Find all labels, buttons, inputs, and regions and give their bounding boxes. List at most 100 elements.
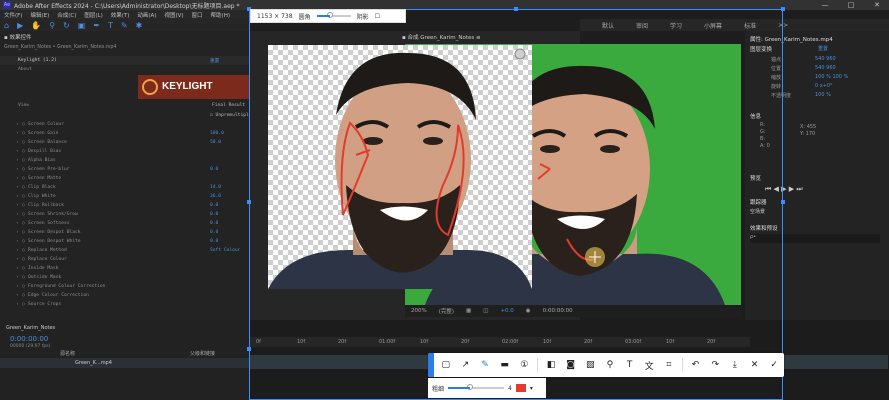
stopwatch-icon[interactable]: ○	[22, 122, 25, 127]
maximize-button[interactable]: □	[842, 0, 860, 10]
workspace-small-screen[interactable]: 小屏幕	[704, 21, 722, 30]
expand-icon[interactable]: ›	[16, 293, 19, 298]
expand-icon[interactable]: ›	[16, 194, 19, 199]
cancel-icon[interactable]: ✕	[745, 355, 765, 375]
arrow-tool-icon[interactable]: ↗	[456, 355, 476, 375]
stopwatch-icon[interactable]: ○	[22, 140, 25, 145]
effect-property-row[interactable]: › ○ Screen Pre-blur 0.0	[0, 165, 250, 174]
redo-icon[interactable]: ↷	[705, 355, 725, 375]
property-value[interactable]: 0.0	[210, 230, 218, 235]
preview-controls[interactable]: ⏮ ◀ ▶ ▶ ⏭	[765, 185, 803, 194]
workspace-review[interactable]: 审阅	[636, 21, 648, 30]
effect-property-row[interactable]: › ○ Source Crops	[0, 300, 250, 309]
effect-property-row[interactable]: › ○ Screen Softness 0.0	[0, 219, 250, 228]
stopwatch-icon[interactable]: ○	[22, 158, 25, 163]
expand-icon[interactable]: ›	[16, 140, 19, 145]
expand-icon[interactable]: ›	[16, 176, 19, 181]
mosaic-tool-icon[interactable]: ◧	[541, 355, 561, 375]
shape-tool-icon[interactable]: ▢	[436, 355, 456, 375]
resize-handle[interactable]	[247, 347, 251, 351]
effect-property-row[interactable]: › ○ Screen Despot Black 0.0	[0, 228, 250, 237]
unpremultiply-row[interactable]: ☑ Unpremultiply Result	[0, 111, 271, 120]
stroke-slider[interactable]	[448, 384, 505, 390]
reset-link[interactable]: 重置	[210, 58, 219, 64]
effect-property-row[interactable]: › ○ Screen Shrink/Grow 0.0	[0, 210, 250, 219]
type-tool-icon[interactable]: T	[108, 21, 113, 30]
menu-effect[interactable]: 效果(T)	[111, 11, 130, 19]
property-value[interactable]: 100.0	[210, 131, 224, 136]
effect-property-row[interactable]: › ○ Screen Despot White 0.0	[0, 237, 250, 246]
stopwatch-icon[interactable]: ○	[22, 266, 25, 271]
layer-name[interactable]: Green_K...mp4	[75, 360, 112, 366]
expand-icon[interactable]: ›	[16, 167, 19, 172]
expand-icon[interactable]: ›	[16, 257, 19, 262]
layer-row[interactable]: Green_K...mp4	[0, 358, 250, 368]
stopwatch-icon[interactable]: ○	[22, 284, 25, 289]
menu-layer[interactable]: 图层(L)	[84, 11, 102, 19]
stopwatch-icon[interactable]: ○	[22, 248, 25, 253]
stopwatch-icon[interactable]: ○	[22, 230, 25, 235]
mask-icon[interactable]: ◫	[483, 308, 488, 314]
stopwatch-icon[interactable]: ○	[22, 212, 25, 217]
effect-controls-tab[interactable]: ▪ 效果控件	[0, 31, 250, 43]
property-value[interactable]: 14.0	[210, 185, 221, 190]
expand-icon[interactable]: ›	[16, 122, 19, 127]
expand-icon[interactable]: ›	[16, 230, 19, 235]
expand-icon[interactable]: ›	[16, 284, 19, 289]
brush-color-swatch[interactable]	[515, 384, 526, 392]
expand-icon[interactable]: ›	[16, 212, 19, 217]
menu-window[interactable]: 窗口	[192, 11, 203, 19]
stopwatch-icon[interactable]: ○	[22, 185, 25, 190]
expand-icon[interactable]: ›	[16, 131, 19, 136]
download-icon[interactable]: ⤓	[725, 355, 745, 375]
effect-property-row[interactable]: › ○ Clip Rollback 0.0	[0, 201, 250, 210]
zoom-tool-icon[interactable]: ⚲	[49, 21, 55, 30]
effect-property-row[interactable]: › ○ Screen Colour	[0, 120, 250, 129]
effect-header-row[interactable]: Keylight (1.2) 重置	[0, 56, 250, 65]
property-value[interactable]: 0.0	[210, 239, 218, 244]
confirm-icon[interactable]: ✓	[764, 355, 784, 375]
blur-tool-icon[interactable]: ◙	[561, 355, 581, 375]
effect-property-row[interactable]: › ○ Foreground Colour Correction	[0, 282, 250, 291]
view-row[interactable]: View Final Result	[0, 101, 250, 110]
expand-icon[interactable]: ›	[16, 203, 19, 208]
expand-icon[interactable]: ›	[16, 248, 19, 253]
stopwatch-icon[interactable]: ○	[22, 131, 25, 136]
effect-property-row[interactable]: › ○ Replace Colour	[0, 255, 250, 264]
stopwatch-icon[interactable]: ○	[22, 203, 25, 208]
effect-property-row[interactable]: › ○ Screen Matte	[0, 174, 250, 183]
stopwatch-icon[interactable]: ○	[22, 194, 25, 199]
effect-property-row[interactable]: › ○ Replace Method Soft Colour	[0, 246, 250, 255]
menu-file[interactable]: 文件(F)	[4, 11, 22, 19]
expand-icon[interactable]: ›	[16, 158, 19, 163]
effects-search-input[interactable]: ρ•	[750, 234, 880, 243]
resize-handle[interactable]	[781, 200, 785, 204]
brush-tool-icon[interactable]: ✎	[121, 21, 128, 30]
stopwatch-icon[interactable]: ○	[22, 239, 25, 244]
effect-property-row[interactable]: › ○ Screen Gain 100.0	[0, 129, 250, 138]
minimize-button[interactable]: —	[816, 0, 834, 10]
stopwatch-icon[interactable]: ○	[22, 293, 25, 298]
close-window-button[interactable]: ✕	[868, 0, 886, 10]
property-value[interactable]: 0.0	[210, 212, 218, 217]
hand-tool-icon[interactable]: ✋	[31, 21, 41, 30]
menu-animation[interactable]: 动画(A)	[137, 11, 156, 19]
camera-tool-icon[interactable]: ▣	[78, 21, 86, 30]
stopwatch-icon[interactable]: ○	[22, 302, 25, 307]
menu-composition[interactable]: 合成(C)	[57, 11, 76, 19]
zoom-dropdown[interactable]: 200%	[411, 308, 427, 314]
selection-tool-icon[interactable]: ▶	[17, 21, 23, 30]
expand-icon[interactable]: ›	[16, 302, 19, 307]
pen-tool-icon[interactable]: ✒	[93, 21, 100, 30]
exposure-value[interactable]: +0.0	[500, 308, 513, 314]
eraser-tool-icon[interactable]: ▨	[580, 355, 600, 375]
property-value[interactable]: 0.0	[210, 203, 218, 208]
effect-property-row[interactable]: › ○ Despill Bias	[0, 147, 250, 156]
corner-slider[interactable]	[316, 12, 351, 18]
pen-tool-icon[interactable]: ✎	[475, 355, 495, 375]
view-dropdown[interactable]: Final Result	[212, 103, 245, 108]
timeline-ruler[interactable]: 0f 10f 20f 01:00f 10f 20f 02:00f 10f 20f 03:00f 10…	[250, 337, 750, 347]
scale-values[interactable]: 100 % 100 %	[815, 74, 848, 80]
workspace-standard[interactable]: 标准	[744, 21, 756, 30]
rotate-tool-icon[interactable]: ↻	[63, 21, 70, 30]
